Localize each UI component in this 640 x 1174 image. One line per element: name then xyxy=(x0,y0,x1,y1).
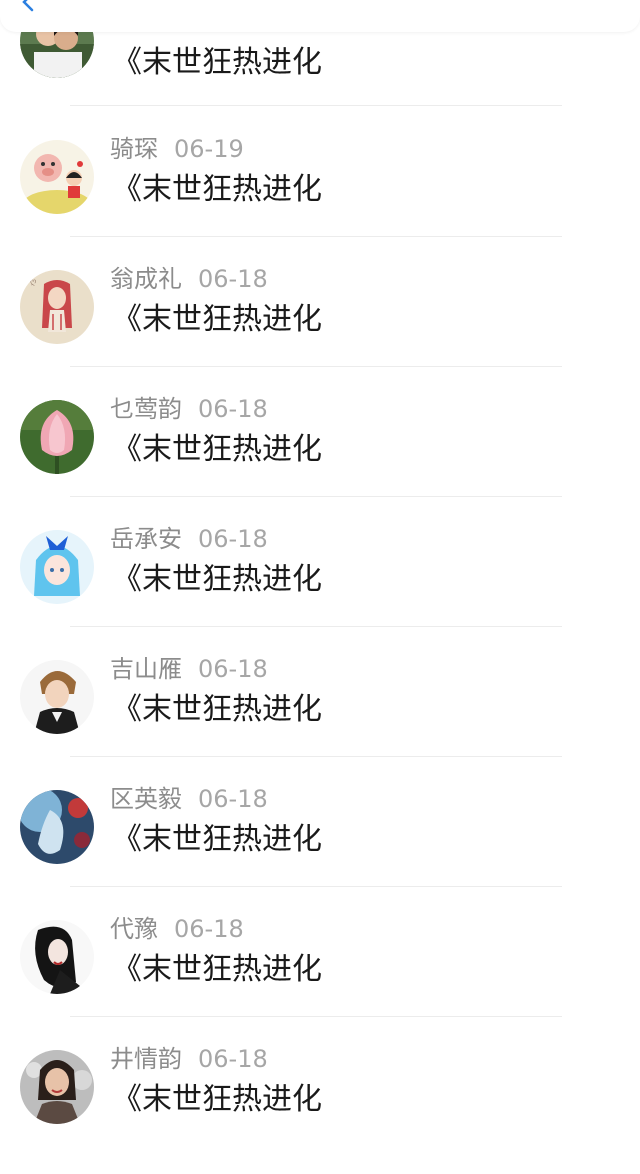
comment-list: 《末世狂热进化 骑琛 06-19 《末世狂热进化 ღ 翁成礼 06-18 《末世… xyxy=(0,0,640,1143)
avatar[interactable] xyxy=(20,790,94,864)
comment-date: 06-19 xyxy=(174,135,244,163)
username[interactable]: 区英毅 xyxy=(110,785,182,813)
anime-blue-hair-icon xyxy=(20,530,94,604)
comment-date: 06-18 xyxy=(198,1045,268,1073)
book-title[interactable]: 《末世狂热进化 xyxy=(112,430,322,470)
woman-photo-icon xyxy=(20,1050,94,1124)
comment-meta: 骑琛 06-19 xyxy=(110,134,244,164)
divider xyxy=(70,1016,562,1017)
comment-date: 06-18 xyxy=(198,395,268,423)
avatar[interactable] xyxy=(20,400,94,474)
comment-date: 06-18 xyxy=(198,265,268,293)
lotus-flower-icon xyxy=(20,400,94,474)
username[interactable]: 代豫 xyxy=(110,915,158,943)
book-title: 《末世狂热进化 xyxy=(112,45,322,80)
list-item[interactable]: 区英毅 06-18 《末世狂热进化 xyxy=(0,784,640,914)
divider xyxy=(70,366,562,367)
book-title[interactable]: 《末世狂热进化 xyxy=(112,690,322,730)
avatar[interactable] xyxy=(20,1050,94,1124)
username[interactable]: 井情韵 xyxy=(110,1045,182,1073)
book-title[interactable]: 《末世狂热进化 xyxy=(112,170,322,210)
comment-meta: 代豫 06-18 xyxy=(110,914,244,944)
book-title[interactable]: 《末世狂热进化 xyxy=(112,300,322,340)
comment-meta: 吉山雁 06-18 xyxy=(110,654,268,684)
comment-meta: 乜莺韵 06-18 xyxy=(110,394,268,424)
comment-date: 06-18 xyxy=(198,655,268,683)
divider xyxy=(70,886,562,887)
list-item[interactable]: 井情韵 06-18 《末世狂热进化 xyxy=(0,1044,640,1174)
divider xyxy=(70,105,562,106)
divider xyxy=(70,626,562,627)
ink-woman-icon xyxy=(20,920,94,994)
comment-date: 06-18 xyxy=(174,915,244,943)
avatar[interactable] xyxy=(20,660,94,734)
avatar[interactable] xyxy=(20,920,94,994)
username[interactable]: 乜莺韵 xyxy=(110,395,182,423)
comment-date: 06-18 xyxy=(198,785,268,813)
red-hair-girl-icon: ღ xyxy=(20,270,94,344)
anime-boy-icon xyxy=(20,660,94,734)
divider xyxy=(70,756,562,757)
list-item[interactable]: 吉山雁 06-18 《末世狂热进化 xyxy=(0,654,640,784)
username[interactable]: 翁成礼 xyxy=(110,265,182,293)
divider xyxy=(70,236,562,237)
book-title[interactable]: 《末世狂热进化 xyxy=(112,560,322,600)
comment-meta: 区英毅 06-18 xyxy=(110,784,268,814)
list-item[interactable]: ღ 翁成礼 06-18 《末世狂热进化 xyxy=(0,264,640,394)
list-item[interactable]: 骑琛 06-19 《末世狂热进化 xyxy=(0,134,640,264)
avatar[interactable] xyxy=(20,530,94,604)
username[interactable]: 岳承安 xyxy=(110,525,182,553)
divider xyxy=(70,496,562,497)
avatar[interactable] xyxy=(20,140,94,214)
book-title[interactable]: 《末世狂热进化 xyxy=(112,950,322,990)
username[interactable]: 骑琛 xyxy=(110,135,158,163)
comment-meta: 井情韵 06-18 xyxy=(110,1044,268,1074)
abstract-art-icon xyxy=(20,790,94,864)
back-chevron-icon[interactable] xyxy=(18,0,38,12)
comment-meta: 翁成礼 06-18 xyxy=(110,264,268,294)
comment-date: 06-18 xyxy=(198,525,268,553)
cartoon-pig-icon xyxy=(20,140,94,214)
svg-text:ღ: ღ xyxy=(30,277,36,286)
list-item[interactable]: 岳承安 06-18 《末世狂热进化 xyxy=(0,524,640,654)
top-bar xyxy=(0,0,640,32)
list-item[interactable]: 代豫 06-18 《末世狂热进化 xyxy=(0,914,640,1044)
book-title[interactable]: 《末世狂热进化 xyxy=(112,1080,322,1120)
comment-meta: 岳承安 06-18 xyxy=(110,524,268,554)
book-title[interactable]: 《末世狂热进化 xyxy=(112,820,322,860)
list-item[interactable]: 乜莺韵 06-18 《末世狂热进化 xyxy=(0,394,640,524)
username[interactable]: 吉山雁 xyxy=(110,655,182,683)
avatar[interactable]: ღ xyxy=(20,270,94,344)
